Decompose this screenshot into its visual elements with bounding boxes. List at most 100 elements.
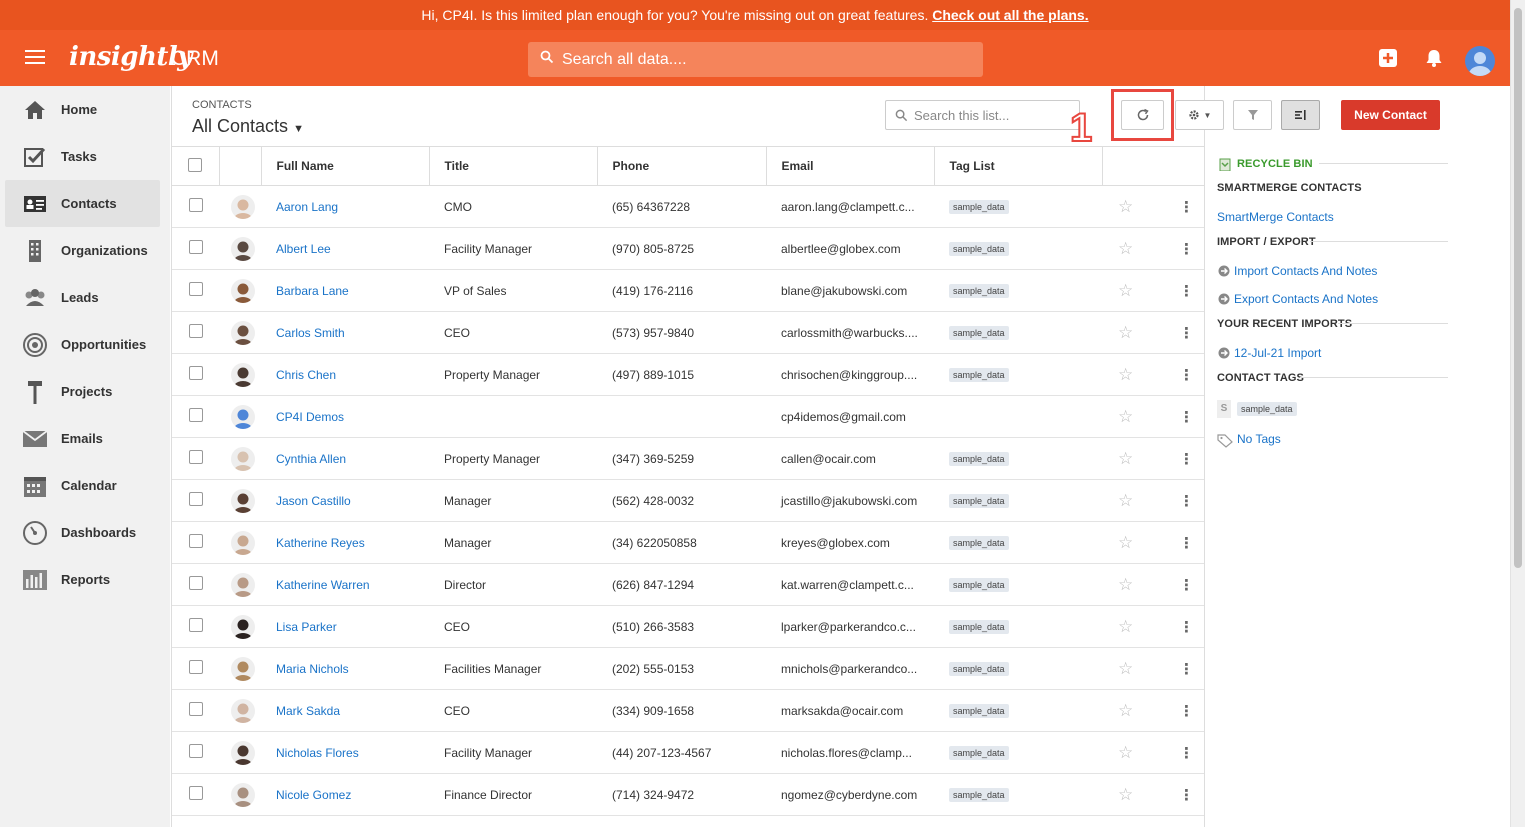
avatar[interactable]: [231, 488, 255, 513]
star-icon[interactable]: ☆: [1118, 407, 1133, 426]
table-row[interactable]: Chris Chen Property Manager (497) 889-1015…: [172, 353, 1204, 396]
row-checkbox[interactable]: [188, 618, 203, 632]
contact-name-link[interactable]: Katherine Warren: [276, 578, 370, 592]
avatar[interactable]: [231, 278, 255, 303]
more-options-icon[interactable]: ⋮: [1179, 661, 1194, 678]
table-row[interactable]: Lisa Parker CEO (510) 266-3583 lparker@park…: [172, 605, 1204, 648]
tag-item[interactable]: S sample_data: [1217, 400, 1297, 418]
star-icon[interactable]: ☆: [1118, 491, 1133, 510]
add-icon[interactable]: [1378, 48, 1398, 68]
avatar[interactable]: [231, 782, 255, 807]
row-checkbox[interactable]: [188, 534, 203, 548]
table-row[interactable]: Carlos Smith CEO (573) 957-9840 carlossmith…: [172, 311, 1204, 354]
row-checkbox[interactable]: [188, 702, 203, 716]
avatar[interactable]: [231, 404, 255, 429]
contact-name-link[interactable]: Lisa Parker: [276, 620, 337, 634]
contact-name-link[interactable]: Katherine Reyes: [276, 536, 365, 550]
table-row[interactable]: Nicholas Flores Facility Manager (44) 207-…: [172, 731, 1204, 774]
smartmerge-link[interactable]: SmartMerge Contacts: [1217, 210, 1334, 224]
tag-badge[interactable]: sample_data: [949, 662, 1009, 676]
contact-name-link[interactable]: CP4I Demos: [276, 410, 344, 424]
star-icon[interactable]: ☆: [1118, 365, 1133, 384]
row-checkbox[interactable]: [188, 240, 203, 254]
contact-name-link[interactable]: Mark Sakda: [276, 704, 340, 718]
sidebar-item-dashboards[interactable]: Dashboards: [0, 509, 170, 556]
row-checkbox[interactable]: [188, 576, 203, 590]
column-header-phone[interactable]: Phone: [597, 146, 767, 186]
import-contacts-link[interactable]: Import Contacts And Notes: [1234, 264, 1377, 278]
star-icon[interactable]: ☆: [1118, 617, 1133, 636]
star-icon[interactable]: ☆: [1118, 785, 1133, 804]
star-icon[interactable]: ☆: [1118, 659, 1133, 678]
row-checkbox[interactable]: [188, 198, 203, 212]
page-scrollbar[interactable]: [1510, 0, 1525, 827]
column-header-full-name[interactable]: Full Name: [261, 146, 430, 186]
no-tags-link[interactable]: No Tags: [1237, 432, 1281, 446]
check-plans-link[interactable]: Check out all the plans.: [932, 7, 1088, 23]
avatar[interactable]: [231, 656, 255, 681]
more-options-icon[interactable]: ⋮: [1179, 367, 1194, 384]
more-options-icon[interactable]: ⋮: [1179, 703, 1194, 720]
star-icon[interactable]: ☆: [1118, 323, 1133, 342]
table-row[interactable]: Katherine Warren Director (626) 847-1294 ka…: [172, 563, 1204, 606]
sidebar-item-organizations[interactable]: Organizations: [0, 227, 170, 274]
more-options-icon[interactable]: ⋮: [1179, 283, 1194, 300]
tag-badge[interactable]: sample_data: [949, 788, 1009, 802]
export-contacts-link[interactable]: Export Contacts And Notes: [1234, 292, 1378, 306]
more-options-icon[interactable]: ⋮: [1179, 745, 1194, 762]
table-row[interactable]: CP4I Demos cp4idemos@gmail.com ☆ ⋮: [172, 395, 1204, 438]
contact-name-link[interactable]: Jason Castillo: [276, 494, 351, 508]
table-row[interactable]: Albert Lee Facility Manager (970) 805-8725…: [172, 227, 1204, 270]
contact-name-link[interactable]: Nicholas Flores: [276, 746, 359, 760]
tag-badge[interactable]: sample_data: [949, 326, 1009, 340]
tag-badge[interactable]: sample_data: [949, 284, 1009, 298]
contact-name-link[interactable]: Nicole Gomez: [276, 788, 351, 802]
table-row[interactable]: Katherine Reyes Manager (34) 622050858 krey…: [172, 521, 1204, 564]
star-icon[interactable]: ☆: [1118, 281, 1133, 300]
scrollbar-thumb[interactable]: [1514, 8, 1522, 568]
sidebar-item-emails[interactable]: Emails: [0, 415, 170, 462]
contact-name-link[interactable]: Carlos Smith: [276, 326, 345, 340]
star-icon[interactable]: ☆: [1118, 575, 1133, 594]
tag-badge[interactable]: sample_data: [949, 704, 1009, 718]
avatar[interactable]: [231, 446, 255, 471]
more-options-icon[interactable]: ⋮: [1179, 451, 1194, 468]
tag-badge[interactable]: sample_data: [949, 452, 1009, 466]
sidebar-item-projects[interactable]: Projects: [0, 368, 170, 415]
tag-badge[interactable]: sample_data: [949, 200, 1009, 214]
contact-name-link[interactable]: Maria Nichols: [276, 662, 349, 676]
view-selector[interactable]: All Contacts ▼: [192, 116, 304, 137]
avatar[interactable]: [231, 698, 255, 723]
table-row[interactable]: Aaron Lang CMO (65) 64367228 aaron.lang@cla…: [172, 185, 1204, 228]
row-checkbox[interactable]: [188, 450, 203, 464]
table-row[interactable]: Maria Nichols Facilities Manager (202) 555…: [172, 647, 1204, 690]
bell-icon[interactable]: [1424, 48, 1444, 68]
column-header-title[interactable]: Title: [429, 146, 598, 186]
star-icon[interactable]: ☆: [1118, 743, 1133, 762]
list-search[interactable]: [885, 100, 1080, 130]
avatar[interactable]: [231, 194, 255, 219]
row-checkbox[interactable]: [188, 786, 203, 800]
more-options-icon[interactable]: ⋮: [1179, 535, 1194, 552]
more-options-icon[interactable]: ⋮: [1179, 787, 1194, 804]
row-checkbox[interactable]: [188, 744, 203, 758]
table-row[interactable]: Nicole Gomez Finance Director (714) 324-94…: [172, 773, 1204, 816]
contact-name-link[interactable]: Chris Chen: [276, 368, 336, 382]
list-search-input[interactable]: [914, 101, 1074, 129]
sidebar-item-reports[interactable]: Reports: [0, 556, 170, 603]
column-header-email[interactable]: Email: [766, 146, 935, 186]
more-options-icon[interactable]: ⋮: [1179, 199, 1194, 216]
row-checkbox[interactable]: [188, 408, 203, 422]
table-row[interactable]: Cynthia Allen Property Manager (347) 369-5…: [172, 437, 1204, 480]
more-options-icon[interactable]: ⋮: [1179, 493, 1194, 510]
more-options-icon[interactable]: ⋮: [1179, 325, 1194, 342]
more-options-icon[interactable]: ⋮: [1179, 409, 1194, 426]
tag-badge[interactable]: sample_data: [949, 494, 1009, 508]
row-checkbox[interactable]: [188, 492, 203, 506]
table-row[interactable]: Mark Sakda CEO (334) 909-1658 marksakda@oca…: [172, 689, 1204, 732]
avatar[interactable]: [231, 530, 255, 555]
tag-badge[interactable]: sample_data: [949, 746, 1009, 760]
more-options-icon[interactable]: ⋮: [1179, 577, 1194, 594]
sidebar-item-opportunities[interactable]: Opportunities: [0, 321, 170, 368]
row-checkbox[interactable]: [188, 324, 203, 338]
